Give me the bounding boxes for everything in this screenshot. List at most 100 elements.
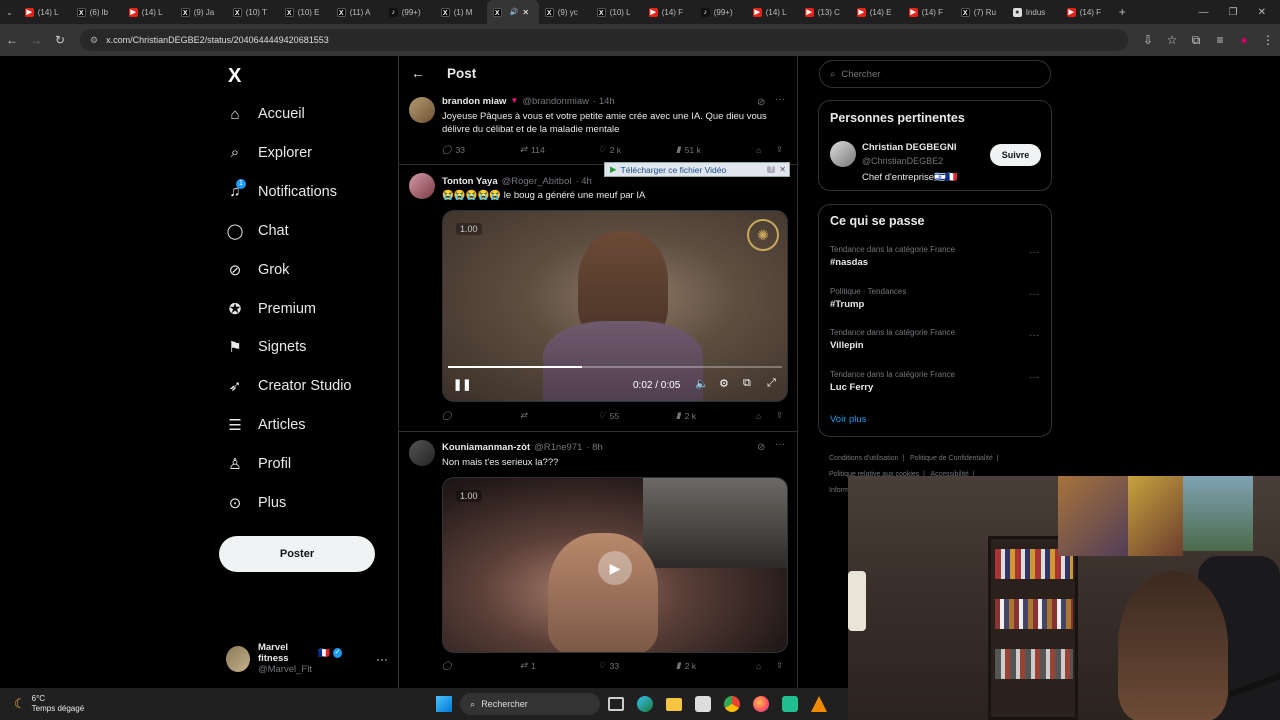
browser-tab[interactable]: X (7) Ru — [955, 0, 1007, 24]
browser-tab[interactable]: X (11) A — [331, 0, 383, 24]
grok-icon[interactable]: ⊘ — [757, 97, 765, 108]
tweet-time[interactable]: · 8h — [586, 442, 602, 453]
repost-button[interactable]: ⇄ 114 — [520, 144, 598, 155]
play-button[interactable]: ▶ — [598, 551, 632, 585]
browser-tab[interactable]: ▶ (14) F — [903, 0, 955, 24]
browser-tab[interactable]: ▶ (14) F — [1061, 0, 1113, 24]
close-icon[interactable]: ✕ — [779, 165, 786, 174]
footer-link[interactable]: Inform — [829, 487, 849, 494]
nav-item-profil[interactable]: ♙ Profil — [226, 455, 291, 473]
trend-item[interactable]: Politique · Tendances #Trump — [830, 287, 906, 310]
reload-icon[interactable]: ↻ — [48, 33, 72, 47]
browser-tab[interactable]: X (10) L — [591, 0, 643, 24]
tweet-author[interactable]: brandon miaw — [442, 96, 506, 107]
account-switcher[interactable]: Marvel fitness 🇫🇷 ✓ @Marvel_Flt ··· — [226, 642, 388, 675]
repost-button[interactable]: ⇄ 1 — [520, 660, 598, 671]
tweet-author[interactable]: Tonton Yaya — [442, 176, 498, 187]
views-button[interactable]: ▮ 51 k — [676, 144, 756, 155]
share-icon[interactable]: ⇪ — [776, 660, 783, 671]
avatar[interactable] — [830, 141, 856, 167]
more-dots-icon[interactable]: ··· — [1029, 289, 1039, 300]
profile-icon[interactable]: ● — [1232, 33, 1256, 47]
nav-item-accueil[interactable]: ⌂ Accueil — [226, 105, 304, 123]
tweet-time[interactable]: · 4h — [575, 176, 591, 187]
site-info-icon[interactable]: ⚙ — [90, 35, 98, 46]
tweet-handle[interactable]: @Roger_Abitbol — [502, 176, 572, 187]
store-icon[interactable] — [695, 696, 712, 712]
nav-item-notifications[interactable]: ♫ 1 Notifications — [226, 178, 337, 201]
more-dots-icon[interactable]: ··· — [775, 439, 785, 450]
x-logo-icon[interactable]: X — [228, 65, 241, 88]
person-name[interactable]: Christian DEGBEGNI — [862, 142, 957, 153]
like-button[interactable]: ♡ 2 k — [598, 144, 676, 155]
show-more-link[interactable]: Voir plus — [830, 414, 866, 425]
views-button[interactable]: ▮ 2 k — [676, 660, 756, 671]
more-dots-icon[interactable]: ··· — [775, 94, 785, 105]
browser-tab[interactable]: ▶ (14) L — [19, 0, 71, 24]
nav-item-grok[interactable]: ⊘ Grok — [226, 261, 290, 279]
browser-tab[interactable]: ▶ (14) L — [747, 0, 799, 24]
nav-item-signets[interactable]: ⚑ Signets — [226, 338, 306, 356]
browser-tab[interactable]: ▶ (14) F — [643, 0, 695, 24]
browser-tab[interactable]: ♪ (99+) — [383, 0, 435, 24]
browser-tab[interactable]: X (10) E — [279, 0, 331, 24]
star-icon[interactable]: ☆ — [1160, 33, 1184, 47]
more-dots-icon[interactable]: ··· — [1029, 247, 1039, 258]
nav-item-premium[interactable]: ✪ Premium — [226, 300, 316, 318]
nav-item-chat[interactable]: ◯ Chat — [226, 222, 289, 240]
browser-tab[interactable]: ● Indus — [1007, 0, 1061, 24]
video-player[interactable]: 1.00 ▶ — [442, 477, 788, 653]
grok-icon[interactable]: ⊘ — [757, 442, 765, 453]
menu-dots-icon[interactable]: ⋮ — [1256, 33, 1280, 47]
app-icon[interactable] — [782, 696, 799, 712]
tab-search-dropdown-icon[interactable]: ⌄ — [0, 0, 19, 24]
nav-item-explorer[interactable]: ⌕ Explorer — [226, 144, 312, 162]
nav-item-plus[interactable]: ⊙ Plus — [226, 494, 287, 512]
picture-in-picture-icon[interactable]: ⧉ — [743, 377, 751, 390]
taskbar-search[interactable]: ⌕ Rechercher — [460, 693, 601, 715]
edge-icon[interactable] — [637, 696, 654, 712]
trend-item[interactable]: Tendance dans la catégorie France #nasdas — [830, 245, 955, 268]
video-progress-track[interactable] — [448, 366, 782, 368]
media-icon[interactable]: ≡ — [1208, 33, 1232, 47]
follow-button[interactable]: Suivre — [990, 144, 1041, 166]
pause-icon[interactable]: ❚❚ — [453, 378, 471, 391]
tweet-handle[interactable]: @brandonmiaw — [522, 96, 589, 107]
install-icon[interactable]: ⇩ — [1136, 33, 1160, 47]
reply-button[interactable]: ◯ — [442, 410, 520, 421]
more-dots-icon[interactable]: ··· — [1029, 372, 1039, 383]
back-arrow-icon[interactable]: ← — [411, 65, 425, 81]
browser-tab[interactable]: X 🔊 ✕ — [486, 0, 539, 24]
tweet[interactable]: Kouniamanman-zòt @R1ne971 · 8h ⊘ ··· Non… — [399, 432, 797, 688]
extensions-icon[interactable]: ⧉ — [1184, 33, 1208, 48]
tweet-time[interactable]: · 14h — [593, 96, 615, 107]
browser-tab[interactable]: X (9) yc — [539, 0, 591, 24]
volume-icon[interactable]: 🔈 — [695, 377, 709, 390]
browser-tab[interactable]: X (6) lb — [71, 0, 123, 24]
chrome-icon[interactable] — [724, 696, 741, 712]
bookmark-icon[interactable]: ⌂ — [756, 411, 776, 421]
browser-tab[interactable]: X (10) T — [227, 0, 279, 24]
browser-tab[interactable]: ▶ (14) E — [851, 0, 903, 24]
task-view-icon[interactable] — [608, 697, 625, 711]
help-icon[interactable]: ? — [767, 166, 776, 173]
browser-tab[interactable]: ▶ (13) C — [799, 0, 851, 24]
bookmark-icon[interactable]: ⌂ — [756, 661, 776, 671]
like-button[interactable]: ♡ 33 — [598, 660, 676, 671]
trend-item[interactable]: Tendance dans la catégorie France Villepi… — [830, 328, 955, 351]
post-button[interactable]: Poster — [219, 536, 375, 572]
footer-link[interactable]: Politique de Confidentialité — [910, 455, 993, 462]
fullscreen-icon[interactable]: ⤢ — [767, 377, 776, 390]
speaker-icon[interactable]: 🔊 — [510, 8, 519, 16]
browser-tab[interactable]: X (9) Ja — [175, 0, 227, 24]
bookmark-icon[interactable]: ⌂ — [756, 145, 776, 155]
new-tab-icon[interactable]: + — [1113, 0, 1132, 24]
close-tab-icon[interactable]: ✕ — [522, 8, 529, 17]
forward-arrow-icon[interactable]: → — [24, 33, 48, 47]
tweet-author[interactable]: Kouniamanman-zòt — [442, 442, 530, 453]
search-input[interactable]: ⌕ Chercher — [819, 60, 1051, 88]
footer-link[interactable]: Conditions d'utilisation — [829, 455, 898, 462]
maximize-icon[interactable]: ❐ — [1229, 7, 1238, 18]
views-button[interactable]: ▮ 2 k — [676, 410, 756, 421]
settings-icon[interactable]: ⚙ — [719, 377, 729, 390]
